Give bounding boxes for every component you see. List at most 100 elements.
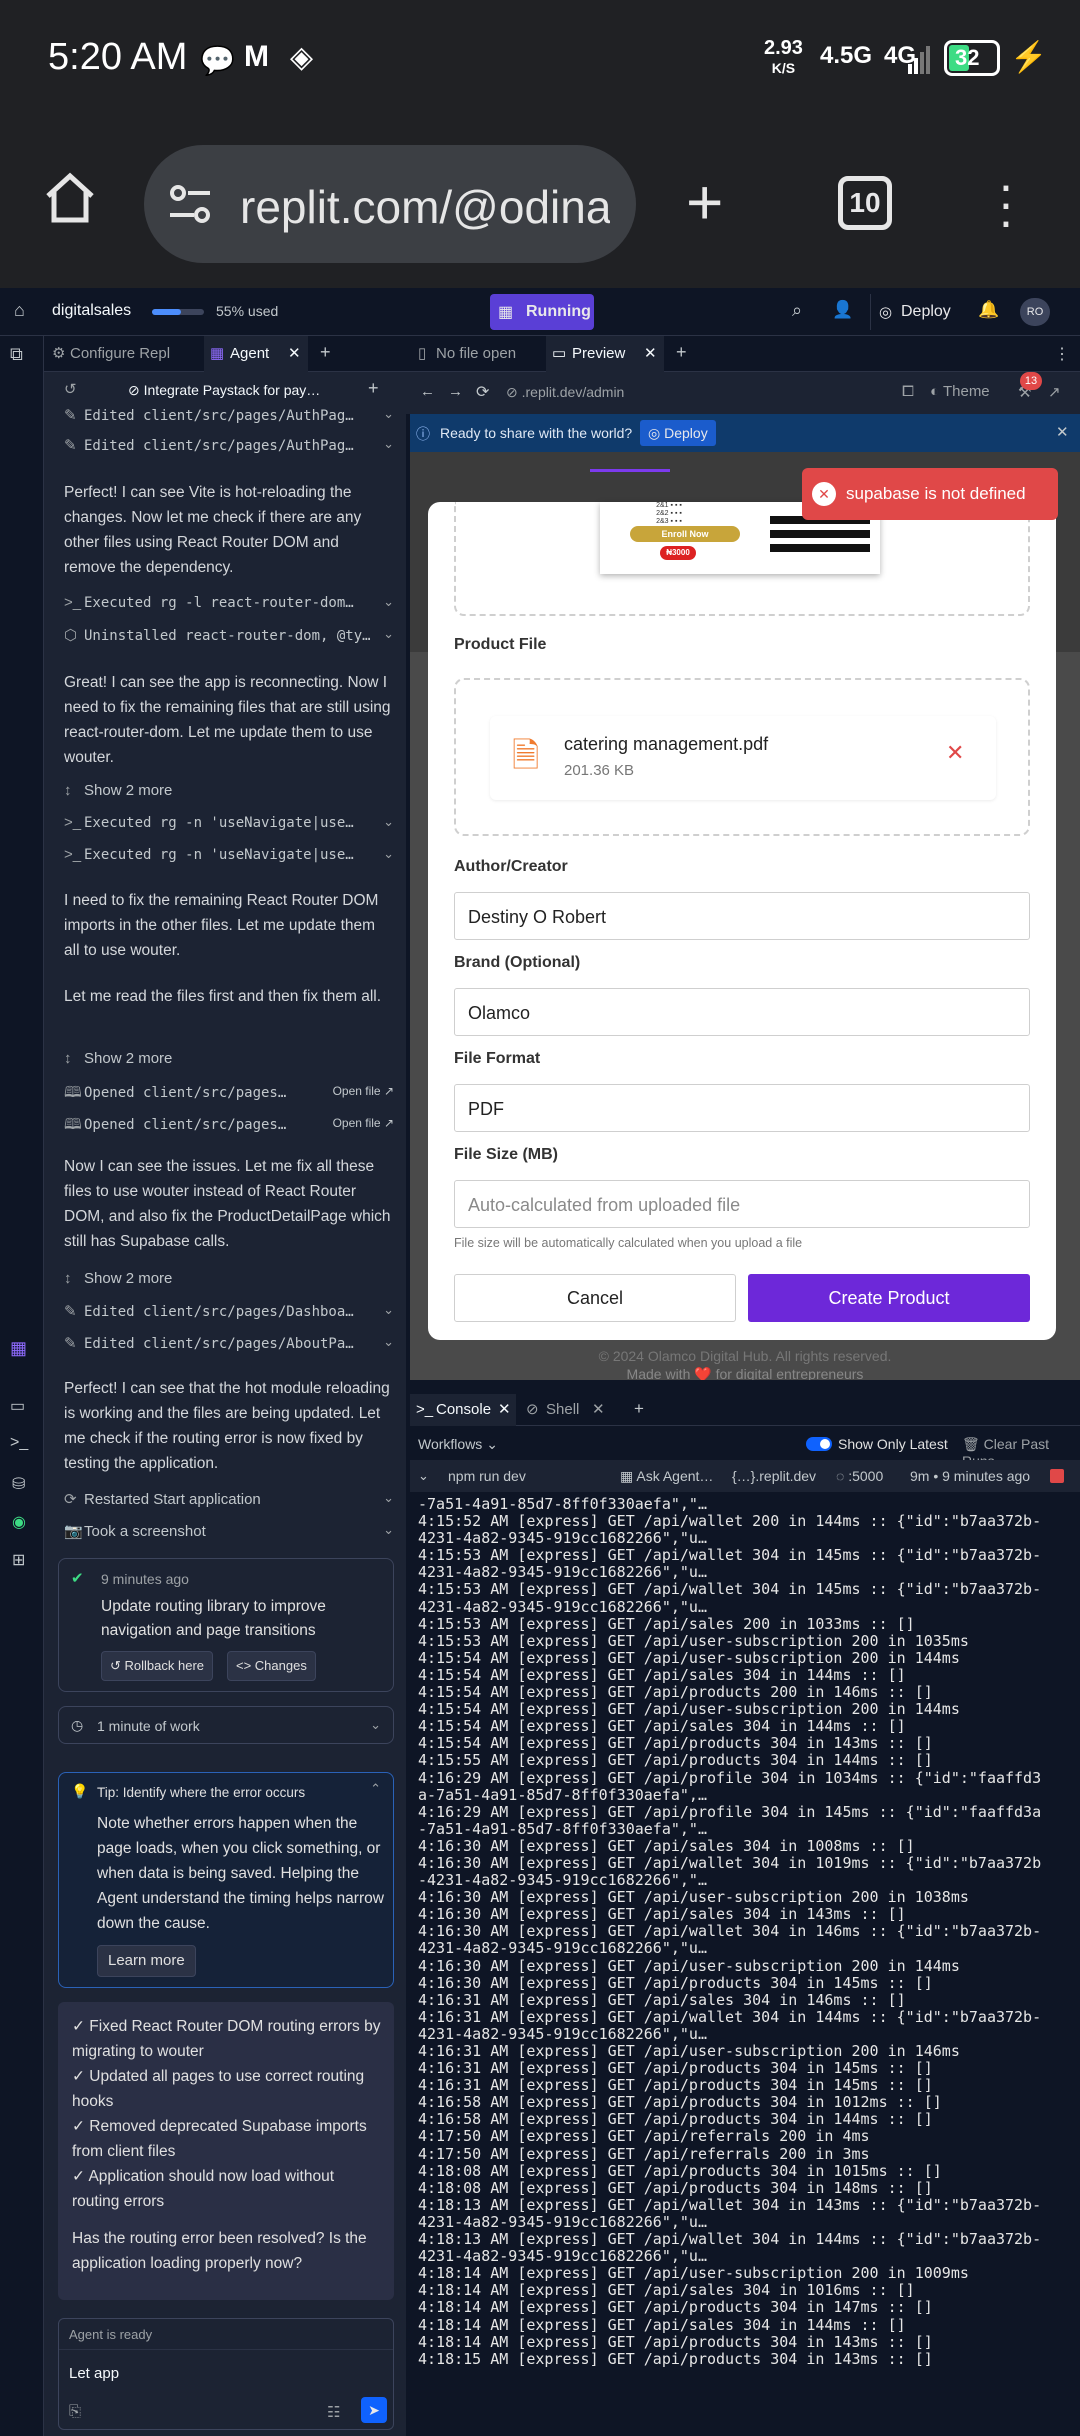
action-restarted[interactable]: ⟳ Restarted Start application ⌄ xyxy=(64,1490,394,1516)
settings-sliders-icon[interactable]: ☷ xyxy=(327,2403,340,2421)
action-edited[interactable]: ✎ Edited client/src/pages/AuthPag… ⌄ xyxy=(64,406,394,424)
tab-switcher-button[interactable]: 10 xyxy=(838,176,892,230)
forward-icon[interactable]: → xyxy=(448,383,463,400)
preview-url[interactable]: ⊘ .replit.dev/admin xyxy=(506,384,624,401)
site-settings-icon[interactable] xyxy=(166,179,216,229)
chat-input[interactable]: Let app xyxy=(69,2365,119,2382)
work-summary[interactable]: ◷ 1 minute of work ⌄ xyxy=(58,1706,394,1744)
deploy-rail-icon[interactable]: ◉ xyxy=(12,1512,26,1532)
replit-home-icon[interactable]: ⌂ xyxy=(14,300,25,321)
theme-button[interactable]: ◐ Theme xyxy=(930,383,990,400)
learn-more-button[interactable]: Learn more xyxy=(97,1945,196,1977)
add-tab-icon[interactable]: + xyxy=(676,342,687,363)
workflows-bar: Workflows ⌄ Show Only Latest 🗑 Clear Pas… xyxy=(410,1430,1080,1469)
open-file-link[interactable]: Open file ↗ xyxy=(333,1116,394,1130)
action-edited[interactable]: ✎ Edited client/src/pages/Dashboa… ⌄ xyxy=(64,1302,394,1328)
run-domain[interactable]: {…}.replit.dev xyxy=(732,1468,816,1484)
banner-deploy-button[interactable]: ◎ Deploy xyxy=(640,420,716,446)
cancel-button[interactable]: Cancel xyxy=(454,1274,736,1322)
agent-message: Perfect! I can see Vite is hot-reloading… xyxy=(64,484,362,576)
tab-no-file[interactable]: ▯ No file open xyxy=(410,336,538,372)
action-screenshot[interactable]: 📷Took a screenshot ⌄ xyxy=(64,1522,394,1548)
close-tab-icon[interactable]: ✕ xyxy=(288,336,301,372)
ask-agent-button[interactable]: ▦ Ask Agent… xyxy=(620,1468,713,1485)
notifications-icon[interactable]: 🔔 xyxy=(978,300,999,320)
chevron-up-icon[interactable]: ⌃ xyxy=(370,1781,381,1797)
summary-list: ✓ Fixed React Router DOM routing errors … xyxy=(72,2014,384,2276)
action-executed[interactable]: >_ Executed rg -n 'useNavigate|use… ⌄ xyxy=(64,814,394,840)
database-icon[interactable]: ⛁ xyxy=(12,1474,25,1494)
invite-icon[interactable]: 👤 xyxy=(832,300,853,320)
new-tab-icon[interactable]: + xyxy=(686,170,723,234)
log-line: 4231-4a82-9345-919cc1682266","u… xyxy=(418,2024,707,2043)
close-icon[interactable]: ✕ xyxy=(1056,423,1069,441)
add-tab-icon[interactable]: + xyxy=(320,342,331,363)
more-icon[interactable]: ⋮ xyxy=(1054,344,1070,364)
file-dropzone[interactable]: 🗎 catering management.pdf 201.36 KB ✕ xyxy=(454,678,1030,836)
terminal-icon[interactable]: >_ xyxy=(10,1434,28,1452)
create-product-button[interactable]: Create Product xyxy=(748,1274,1030,1322)
show-more-button[interactable]: ↕ Show 2 more xyxy=(64,782,394,808)
action-uninstalled[interactable]: ⬡ Uninstalled react-router-dom, @ty… ⌄ xyxy=(64,626,394,652)
run-port: ◌ :5000 xyxy=(836,1468,884,1484)
tab-configure-repl[interactable]: ⚙ Configure Repl xyxy=(44,336,200,372)
open-file-link[interactable]: Open file ↗ xyxy=(333,1084,394,1098)
run-button[interactable]: ▦ Running xyxy=(490,294,594,330)
attach-icon[interactable]: ⎘ xyxy=(69,2403,81,2420)
changes-button[interactable]: <> Changes xyxy=(227,1651,316,1681)
camera-icon: 📷 xyxy=(64,1523,83,1540)
action-opened[interactable]: 🕮 Opened client/src/pages… Open file ↗ xyxy=(64,1082,394,1108)
avatar[interactable]: RO xyxy=(1020,298,1050,326)
close-tab-icon[interactable]: ✕ xyxy=(644,336,657,372)
check-circle-icon: ✔ xyxy=(71,1570,84,1587)
thread-title[interactable]: ⊘ Integrate Paystack for pay… xyxy=(128,382,368,399)
action-edited[interactable]: ✎ Edited client/src/pages/AboutPa… ⌄ xyxy=(64,1334,394,1360)
open-new-window-icon[interactable]: ↗ xyxy=(1048,383,1061,401)
preview-icon: ▭ xyxy=(552,345,567,362)
history-icon[interactable]: ↺ xyxy=(64,380,77,398)
enroll-badge: Enroll Now xyxy=(630,526,740,542)
deploy-button[interactable]: ◎ Deploy xyxy=(870,294,960,330)
restart-icon: ⟳ xyxy=(64,1491,77,1508)
size-field[interactable]: Auto-calculated from uploaded file xyxy=(454,1180,1030,1228)
action-edited[interactable]: ✎ Edited client/src/pages/AuthPag… ⌄ xyxy=(64,436,394,462)
action-executed[interactable]: >_ Executed rg -n 'useNavigate|use… ⌄ xyxy=(64,846,394,872)
error-toast: ✕ supabase is not defined xyxy=(802,468,1058,520)
home-icon[interactable] xyxy=(40,168,100,228)
all-tools-icon[interactable]: ⊞ xyxy=(12,1550,25,1570)
tab-shell[interactable]: ⊘ Shell ✕ xyxy=(520,1394,610,1426)
agent-rail-icon[interactable]: ▦ xyxy=(10,1338,27,1359)
panel-toggle-icon[interactable]: ⧉ xyxy=(10,344,23,365)
devices-icon[interactable]: ⧠ xyxy=(902,383,914,400)
tab-console[interactable]: >_ Console ✕ xyxy=(410,1394,516,1426)
show-more-button[interactable]: ↕ Show 2 more xyxy=(64,1270,394,1296)
monitor-icon[interactable]: ▭ xyxy=(10,1396,25,1416)
stop-icon[interactable] xyxy=(1050,1469,1064,1483)
new-thread-icon[interactable]: + xyxy=(368,378,379,399)
tab-preview[interactable]: ▭ Preview ✕ xyxy=(546,336,664,372)
console-tab-bar: >_ Console ✕ ⊘ Shell ✕ + xyxy=(410,1394,1080,1426)
search-icon[interactable]: ⌕ xyxy=(792,300,802,321)
show-latest-toggle[interactable] xyxy=(806,1437,832,1451)
format-field[interactable]: PDF xyxy=(454,1084,1030,1132)
project-name[interactable]: digitalsales xyxy=(52,302,131,320)
remove-file-icon[interactable]: ✕ xyxy=(946,740,964,766)
author-field[interactable]: Destiny O Robert xyxy=(454,892,1030,940)
menu-kebab-icon[interactable]: · · · xyxy=(996,160,1016,246)
refresh-icon[interactable]: ⟳ xyxy=(476,382,489,402)
show-more-button[interactable]: ↕ Show 2 more xyxy=(64,1050,394,1076)
back-icon[interactable]: ← xyxy=(420,383,435,400)
action-opened[interactable]: 🕮 Opened client/src/pages… Open file ↗ xyxy=(64,1114,394,1140)
url-text[interactable]: replit.com/@odinaka xyxy=(240,180,610,234)
chat-input-box[interactable]: Agent is ready Let app ⎘ ☷ ➤ xyxy=(58,2318,394,2430)
terminal-icon: >_ xyxy=(64,594,82,611)
add-tab-icon[interactable]: + xyxy=(634,1399,644,1419)
workflows-select[interactable]: Workflows ⌄ xyxy=(418,1436,498,1453)
brand-field[interactable]: Olamco xyxy=(454,988,1030,1036)
chevron-down-icon[interactable]: ⌄ xyxy=(418,1468,429,1484)
send-button[interactable]: ➤ xyxy=(361,2397,387,2423)
tab-agent[interactable]: ▦ Agent ✕ xyxy=(204,336,308,372)
action-executed[interactable]: >_ Executed rg -l react-router-dom… ⌄ xyxy=(64,594,394,620)
summary-item: ✓ Updated all pages to use correct routi… xyxy=(72,2068,365,2110)
rollback-button[interactable]: ↺ Rollback here xyxy=(101,1651,214,1681)
